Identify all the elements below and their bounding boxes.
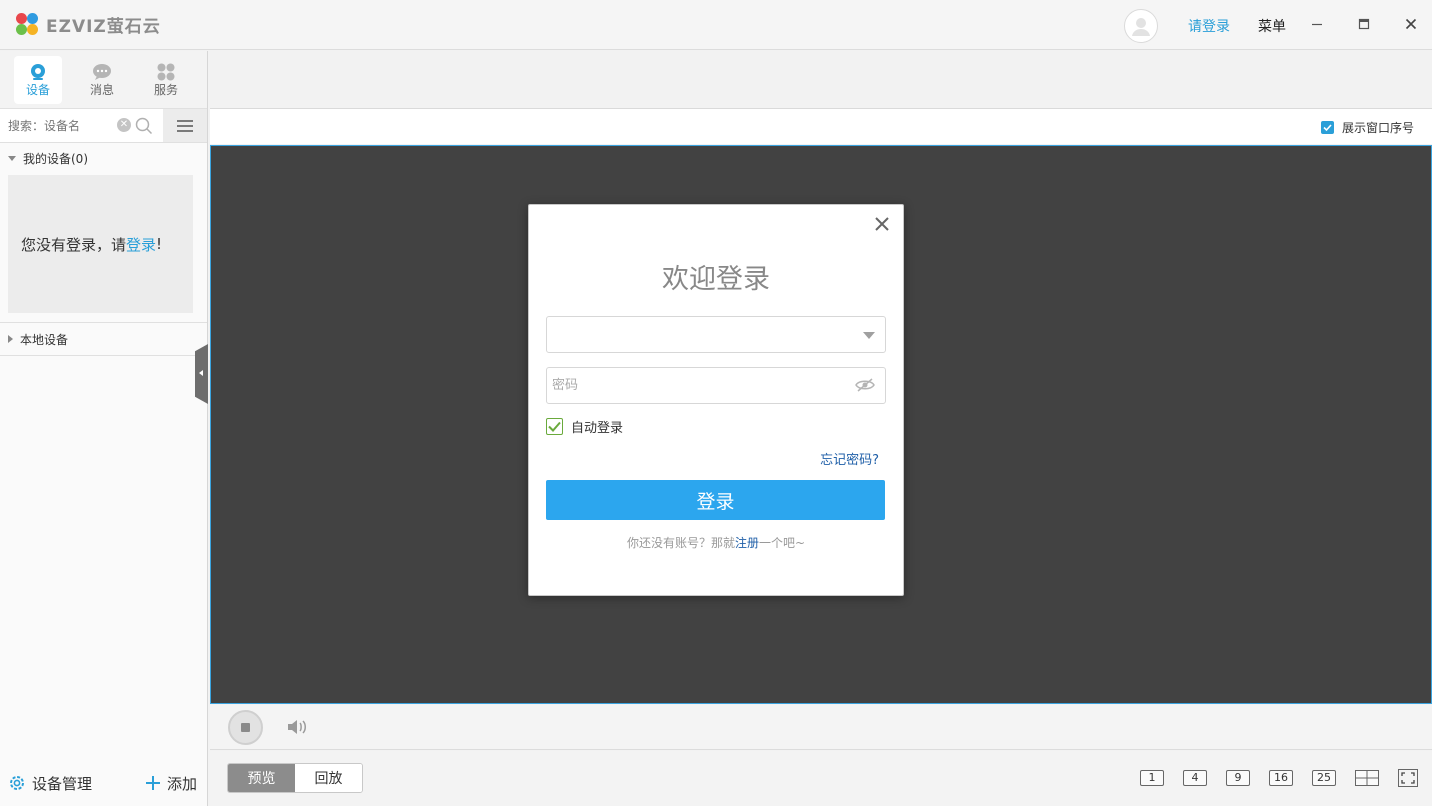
layout-buttons: 1 4 9 16 25: [1140, 769, 1418, 787]
bottom-bar: 预览 回放 1 4 9 16 25: [210, 751, 1432, 806]
tab-devices-label: 设备: [25, 82, 50, 97]
title-bar: EZVIZ萤石云 请登录 菜单: [0, 0, 1432, 50]
layout-9-button[interactable]: 9: [1226, 770, 1250, 786]
collapse-sidebar-handle[interactable]: [195, 344, 208, 404]
volume-icon[interactable]: [286, 718, 308, 736]
maximize-button[interactable]: [1354, 14, 1374, 34]
login-link[interactable]: 请登录: [1188, 16, 1230, 36]
tab-services-label: 服务: [153, 82, 178, 97]
device-management-label: 设备管理: [32, 774, 93, 793]
layout-16-button[interactable]: 16: [1269, 770, 1293, 786]
user-avatar[interactable]: [1124, 9, 1158, 43]
show-window-index-checkbox[interactable]: 展示窗口序号: [1320, 119, 1414, 136]
minimize-icon: [1312, 23, 1322, 26]
playback-controls: [210, 705, 1432, 750]
ezviz-logo-icon: [14, 11, 40, 37]
tab-messages-label: 消息: [89, 82, 114, 97]
auto-login-checkbox[interactable]: 自动登录: [546, 417, 623, 436]
message-icon: [93, 63, 111, 80]
register-suffix: 一个吧~: [758, 536, 806, 550]
local-devices-label: 本地设备: [20, 332, 69, 347]
preview-mode-button[interactable]: 预览: [228, 764, 295, 792]
close-window-button[interactable]: [1401, 14, 1421, 34]
register-prefix: 你还没有账号？那就: [626, 536, 735, 550]
logo-text: EZVIZ萤石云: [46, 16, 161, 37]
login-notice: 您没有登录，请 登录!: [8, 175, 193, 313]
search-icon[interactable]: [135, 117, 153, 135]
stop-icon: [241, 723, 250, 732]
gear-icon: [10, 776, 24, 790]
checkbox-checked-icon: [1320, 121, 1334, 134]
notice-login-link[interactable]: 登录: [126, 234, 156, 255]
clear-search-icon[interactable]: ✕: [117, 118, 131, 132]
show-window-index-label: 展示窗口序号: [1341, 121, 1414, 135]
layout-25-button[interactable]: 25: [1312, 770, 1336, 786]
camera-icon: [31, 63, 45, 80]
app-logo: EZVIZ萤石云: [14, 11, 161, 37]
tab-devices[interactable]: 设备: [14, 56, 62, 104]
list-view-button[interactable]: [163, 109, 207, 142]
stop-button[interactable]: [228, 710, 263, 745]
add-device-button[interactable]: 添加: [145, 773, 197, 794]
left-sidebar: 设备 消息 服务 ✕ 我的设备(0) 您没有登录，请登录! 本地设备 设备管: [0, 51, 208, 806]
chevron-down-icon[interactable]: [863, 332, 875, 339]
layout-4-button[interactable]: 4: [1183, 770, 1207, 786]
expand-right-icon: [8, 335, 13, 343]
list-icon: [177, 119, 193, 132]
dialog-title: 欢迎登录: [662, 264, 770, 295]
forgot-password-link[interactable]: 忘记密码?: [820, 449, 879, 468]
tab-services[interactable]: 服务: [142, 56, 190, 104]
device-search-bar: ✕: [0, 109, 207, 143]
custom-layout-icon[interactable]: [1355, 770, 1379, 786]
sidebar-footer: 设备管理 添加: [0, 760, 207, 806]
playback-mode-button[interactable]: 回放: [295, 764, 362, 792]
register-prompt: 你还没有账号？那就注册一个吧~: [529, 534, 903, 551]
checkbox-checked-icon: [546, 418, 563, 435]
auto-login-label: 自动登录: [571, 421, 624, 436]
close-icon: [1405, 18, 1417, 30]
layout-1-button[interactable]: 1: [1140, 770, 1164, 786]
hide-password-icon[interactable]: [855, 377, 875, 393]
register-link[interactable]: 注册: [735, 536, 759, 550]
login-submit-button[interactable]: 登录: [546, 480, 885, 520]
local-devices-group[interactable]: 本地设备: [0, 323, 207, 356]
top-toolbar: [210, 51, 1432, 109]
device-management-button[interactable]: 设备管理: [8, 773, 92, 794]
tab-messages[interactable]: 消息: [78, 56, 126, 104]
username-field[interactable]: [546, 316, 886, 353]
notice-prefix: 您没有登录，请: [21, 235, 127, 254]
minimize-button[interactable]: [1307, 14, 1327, 34]
add-device-label: 添加: [166, 774, 197, 793]
my-devices-group[interactable]: 我的设备(0): [0, 143, 207, 173]
fullscreen-icon[interactable]: [1398, 769, 1418, 787]
menu-button[interactable]: 菜单: [1258, 16, 1286, 36]
maximize-icon: [1358, 18, 1370, 30]
my-devices-label: 我的设备(0): [23, 151, 88, 166]
device-search-input[interactable]: [8, 110, 118, 141]
password-field[interactable]: [546, 367, 886, 404]
password-input[interactable]: [552, 368, 842, 403]
services-icon: [157, 63, 175, 80]
user-icon: [1132, 18, 1150, 36]
dialog-close-icon[interactable]: [873, 215, 891, 233]
plus-icon: [145, 776, 160, 790]
sidebar-tabs: 设备 消息 服务: [0, 51, 207, 109]
login-dialog: 欢迎登录 自动登录 忘记密码? 登录 你还没有账号？那就注册一个吧~: [528, 204, 904, 596]
mode-switch: 预览 回放: [227, 763, 363, 793]
expand-down-icon: [8, 155, 16, 161]
notice-suffix: !: [156, 235, 163, 253]
username-input[interactable]: [552, 317, 842, 352]
options-bar: 展示窗口序号: [210, 109, 1432, 144]
